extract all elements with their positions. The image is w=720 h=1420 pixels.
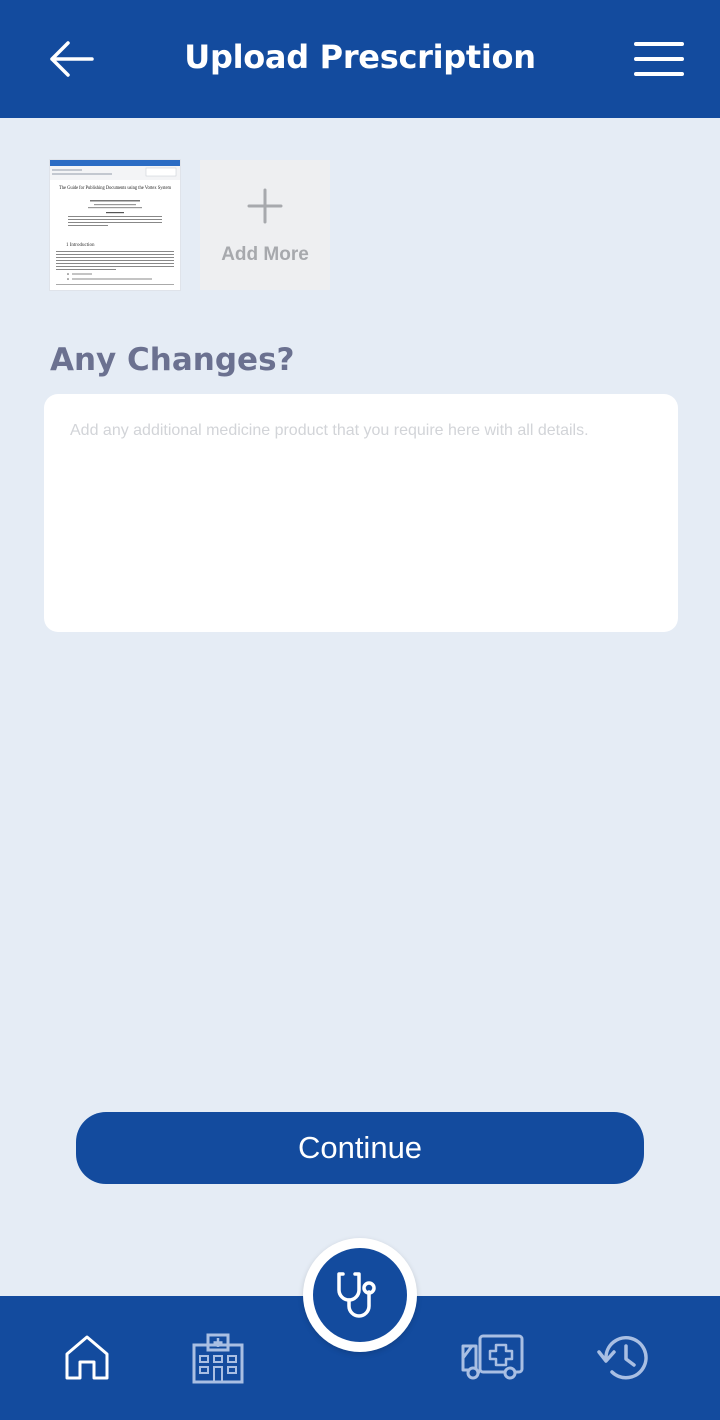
document-section-heading: 1 Introduction <box>66 243 95 248</box>
add-more-button[interactable]: Add More <box>200 160 330 290</box>
nav-hospital[interactable] <box>190 1332 246 1384</box>
hospital-icon <box>192 1333 244 1384</box>
menu-button[interactable] <box>630 40 686 82</box>
stethoscope-icon <box>337 1272 376 1318</box>
home-icon <box>65 1335 109 1380</box>
hamburger-menu-icon <box>634 42 684 76</box>
nav-consult[interactable] <box>313 1248 407 1342</box>
document-preview: The Guide for Publishing Documents using… <box>50 160 180 285</box>
history-icon <box>597 1336 648 1380</box>
add-more-label: Add More <box>221 244 309 265</box>
prescription-thumbnail[interactable]: The Guide for Publishing Documents using… <box>50 160 180 290</box>
nav-history[interactable] <box>596 1332 656 1384</box>
changes-label: Any Changes? <box>50 342 295 378</box>
nav-ambulance[interactable] <box>460 1332 526 1382</box>
continue-button[interactable]: Continue <box>76 1112 644 1184</box>
changes-textarea[interactable] <box>44 394 678 632</box>
app-header: Upload Prescription <box>0 0 720 118</box>
plus-icon <box>247 188 283 224</box>
document-title: The Guide for Publishing Documents using… <box>59 186 171 191</box>
ambulance-icon <box>461 1334 524 1380</box>
page-title: Upload Prescription <box>184 38 536 76</box>
nav-home[interactable] <box>62 1332 112 1382</box>
